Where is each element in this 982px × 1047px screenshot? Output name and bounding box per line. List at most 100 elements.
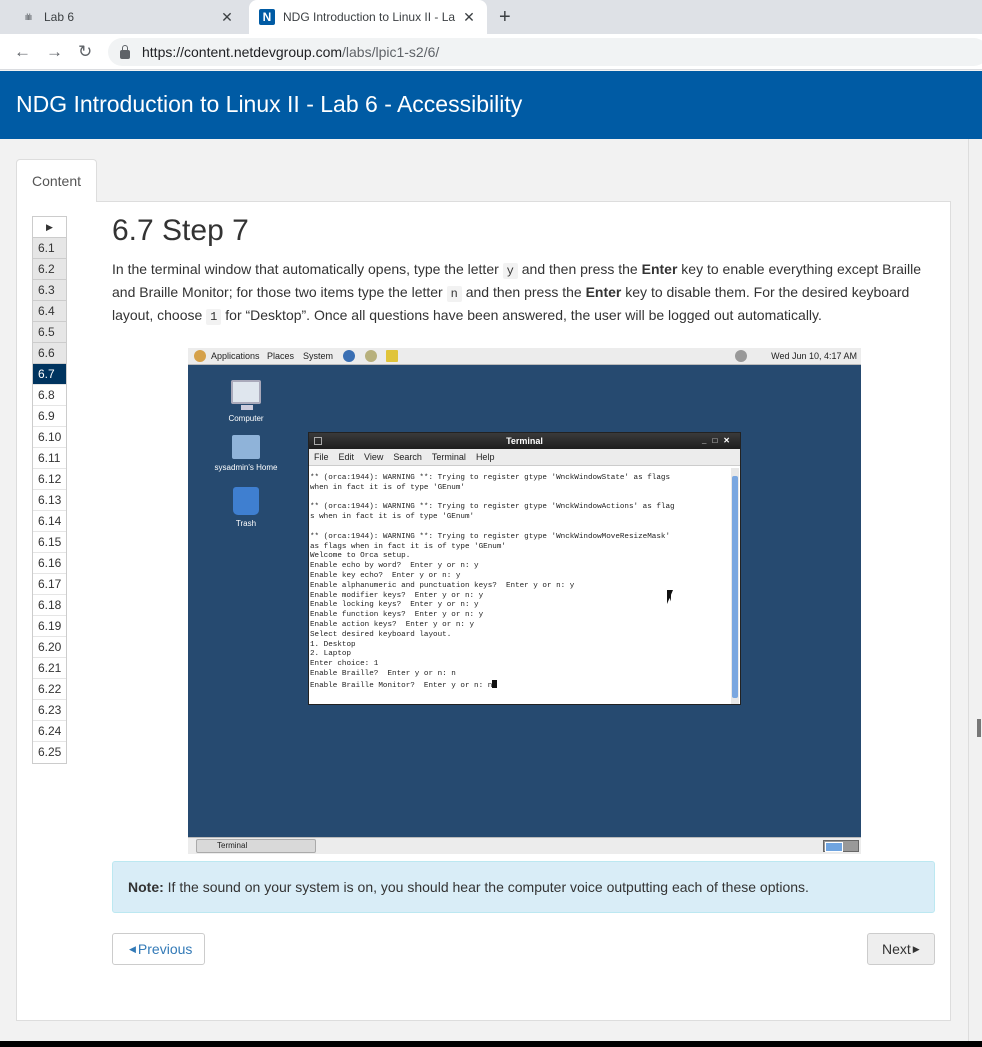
step-nav-item-6-12[interactable]: 6.12 bbox=[33, 469, 66, 490]
next-label: Next bbox=[882, 941, 911, 957]
terminal-menu-search: Search bbox=[393, 452, 422, 462]
step-nav-item-6-10[interactable]: 6.10 bbox=[33, 427, 66, 448]
step-heading: 6.7 Step 7 bbox=[112, 214, 249, 247]
step-nav-item-6-22[interactable]: 6.22 bbox=[33, 679, 66, 700]
step-nav-item-6-19[interactable]: 6.19 bbox=[33, 616, 66, 637]
forward-arrow-icon[interactable]: → bbox=[46, 42, 63, 62]
step-nav-item-6-6[interactable]: 6.6 bbox=[33, 343, 66, 364]
step-nav-item-6-16[interactable]: 6.16 bbox=[33, 553, 66, 574]
step-nav-toggle-icon[interactable]: ▶ bbox=[33, 217, 66, 238]
terminal-scrollbar bbox=[731, 468, 739, 704]
step-nav-item-6-5[interactable]: 6.5 bbox=[33, 322, 66, 343]
step-nav-item-6-20[interactable]: 6.20 bbox=[33, 637, 66, 658]
terminal-menubar: File Edit View Search Terminal Help bbox=[309, 449, 740, 466]
tab-title: NDG Introduction to Linux II - La bbox=[283, 10, 456, 24]
tab-title: Lab 6 bbox=[44, 10, 75, 24]
reload-icon[interactable]: ↻ bbox=[78, 42, 92, 62]
gnome-foot-icon bbox=[194, 350, 206, 362]
terminal-menu-edit: Edit bbox=[338, 452, 355, 462]
previous-button[interactable]: ◀ Previous bbox=[112, 933, 205, 965]
step-nav-item-6-25[interactable]: 6.25 bbox=[33, 742, 66, 763]
browser-toolbar: ← → ↻ https://content.netdevgroup.com/la… bbox=[0, 34, 982, 70]
step-nav-item-6-14[interactable]: 6.14 bbox=[33, 511, 66, 532]
page-title: NDG Introduction to Linux II - Lab 6 - A… bbox=[16, 91, 523, 117]
cisco-icon: ılılı bbox=[24, 12, 33, 22]
taskbar-terminal: Terminal bbox=[196, 839, 316, 853]
code-y: y bbox=[502, 263, 518, 279]
vm-menu-places: Places bbox=[267, 351, 295, 361]
step-nav-item-6-4[interactable]: 6.4 bbox=[33, 301, 66, 322]
trash-icon bbox=[233, 487, 259, 515]
browser-tab-ndg[interactable]: N NDG Introduction to Linux II - La ✕ bbox=[249, 0, 487, 34]
step-nav: ▶ 6.1 6.2 6.3 6.4 6.5 6.6 6.7 6.8 6.9 6.10 6.11 6.1… bbox=[32, 216, 67, 764]
step-nav-item-6-11[interactable]: 6.11 bbox=[33, 448, 66, 469]
volume-icon bbox=[735, 350, 747, 362]
step-nav-item-6-1[interactable]: 6.1 bbox=[33, 238, 66, 259]
text-part: and then press the bbox=[517, 261, 642, 277]
step-nav-item-6-15[interactable]: 6.15 bbox=[33, 532, 66, 553]
terminal-menu-view: View bbox=[364, 452, 384, 462]
terminal-menu-file: File bbox=[314, 452, 329, 462]
terminal-scroll-thumb bbox=[732, 476, 738, 698]
new-tab-icon[interactable]: + bbox=[499, 6, 511, 29]
workspace-switcher-icon bbox=[823, 840, 859, 852]
desktop-icon-computer: Computer bbox=[211, 380, 281, 423]
tab-content[interactable]: Content bbox=[16, 159, 97, 202]
previous-label: Previous bbox=[137, 941, 193, 957]
step-nav-item-6-13[interactable]: 6.13 bbox=[33, 490, 66, 511]
url-path: /labs/lpic1-s2/6/ bbox=[342, 44, 440, 60]
code-n: n bbox=[446, 286, 462, 302]
step-nav-item-6-18[interactable]: 6.18 bbox=[33, 595, 66, 616]
scrollbar-thumb[interactable] bbox=[977, 719, 981, 737]
home-folder-icon bbox=[232, 435, 260, 459]
step-nav-item-6-2[interactable]: 6.2 bbox=[33, 259, 66, 280]
mouse-pointer-icon bbox=[667, 590, 673, 604]
text-part: for “Desktop”. Once all questions have b… bbox=[221, 307, 822, 323]
desktop-icon-trash: Trash bbox=[211, 487, 281, 528]
ndg-n-icon: N bbox=[259, 9, 275, 25]
code-1: 1 bbox=[206, 309, 222, 325]
window-controls-icon: _□✕ bbox=[702, 436, 736, 445]
caret-right-icon: ▶ bbox=[912, 943, 920, 954]
terminal-title: Terminal bbox=[506, 436, 543, 446]
url-host: https://content.netdevgroup.com bbox=[142, 44, 343, 60]
step-nav-item-6-3[interactable]: 6.3 bbox=[33, 280, 66, 301]
terminal-menu-help: Help bbox=[475, 452, 495, 462]
close-tab-icon[interactable]: ✕ bbox=[461, 9, 477, 26]
address-bar[interactable]: https://content.netdevgroup.com/labs/lpi… bbox=[108, 38, 982, 66]
step-nav-item-6-21[interactable]: 6.21 bbox=[33, 658, 66, 679]
step-nav-item-6-17[interactable]: 6.17 bbox=[33, 574, 66, 595]
note-label: Note: bbox=[128, 879, 164, 895]
page-scrollbar[interactable] bbox=[968, 139, 982, 1047]
step-nav-item-6-24[interactable]: 6.24 bbox=[33, 721, 66, 742]
page-header: NDG Introduction to Linux II - Lab 6 - A… bbox=[0, 71, 982, 139]
terminal-text: ** (orca:1944): WARNING **: Trying to re… bbox=[310, 474, 675, 690]
desktop-icon-home: sysadmin's Home bbox=[211, 435, 281, 472]
browser-globe-icon bbox=[343, 350, 355, 362]
mail-icon bbox=[365, 350, 377, 362]
terminal-output: ** (orca:1944): WARNING **: Trying to re… bbox=[309, 466, 740, 692]
vm-bottom-panel: Terminal bbox=[188, 837, 861, 854]
terminal-menu-terminal: Terminal bbox=[431, 452, 466, 462]
note-text: If the sound on your system is on, you s… bbox=[163, 879, 809, 895]
back-arrow-icon[interactable]: ← bbox=[14, 42, 31, 62]
step-nav-item-6-9[interactable]: 6.9 bbox=[33, 406, 66, 427]
vm-menu-system: System bbox=[303, 351, 334, 361]
computer-icon bbox=[231, 380, 261, 410]
note-box: Note: If the sound on your system is on,… bbox=[112, 861, 935, 913]
enter-key-label: Enter bbox=[641, 261, 678, 277]
text-cursor bbox=[492, 679, 498, 688]
next-button[interactable]: Next ▶ bbox=[867, 933, 935, 965]
desktop-icon-label: Trash bbox=[235, 519, 257, 528]
vm-top-panel: Applications Places System Wed Jun 10, 4… bbox=[188, 348, 861, 365]
desktop-icon-label: Computer bbox=[228, 414, 264, 423]
step-nav-item-6-7[interactable]: 6.7 bbox=[33, 364, 66, 385]
close-tab-icon[interactable]: ✕ bbox=[219, 9, 235, 26]
text-part: and then press the bbox=[461, 284, 586, 300]
step-nav-item-6-23[interactable]: 6.23 bbox=[33, 700, 66, 721]
lock-icon bbox=[120, 44, 130, 59]
browser-tab-lab6[interactable]: ılılı Lab 6 ✕ bbox=[0, 0, 245, 34]
vm-menu-applications: Applications bbox=[211, 351, 260, 361]
terminal-window: Terminal _□✕ File Edit View Search Termi… bbox=[308, 432, 741, 705]
step-nav-item-6-8[interactable]: 6.8 bbox=[33, 385, 66, 406]
